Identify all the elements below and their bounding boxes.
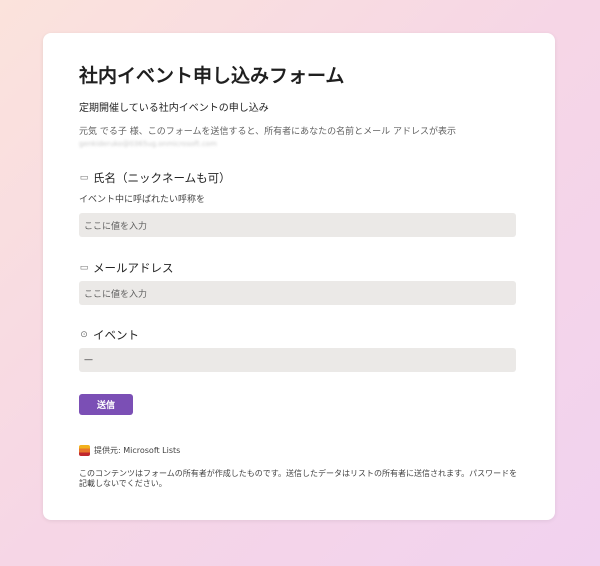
question-name-label: ▭ 氏名（ニックネームも可） [79,170,231,186]
question-event-label: ⊙ イベント [79,327,139,343]
identity-notice: 元気 でる子 様、このフォームを送信すると、所有者にあなたの名前とメール アドレ… [79,127,456,137]
provider-line: 提供元: Microsoft Lists [79,445,180,456]
question-email-text: メールアドレス [93,261,174,275]
question-email-label: ▭ メールアドレス [79,260,174,276]
event-select[interactable]: — [79,348,516,372]
form-title: 社内イベント申し込みフォーム [79,65,345,87]
form-card: 社内イベント申し込みフォーム 定期開催している社内イベントの申し込み 元気 でる… [43,33,555,520]
question-name-description: イベント中に呼ばれたい呼称を [79,195,206,205]
form-subtitle: 定期開催している社内イベントの申し込み [79,103,269,114]
question-event-text: イベント [93,328,139,342]
name-input[interactable]: ここに値を入力 [79,213,516,237]
question-name-text: 氏名（ニックネームも可） [93,171,231,185]
email-input[interactable]: ここに値を入力 [79,281,516,305]
submit-button[interactable]: 送信 [79,394,133,415]
text-field-icon: ▭ [79,173,89,183]
user-email: genkideruko@0365ug.onmicrosoft.com [79,140,217,148]
choice-circle-icon: ⊙ [80,330,88,340]
text-field-icon: ▭ [79,263,89,273]
disclaimer-text: このコンテンツはフォームの所有者が作成したものです。送信したデータはリストの所有… [79,469,518,488]
microsoft-lists-logo-icon [79,445,90,456]
provider-text: 提供元: Microsoft Lists [94,446,181,455]
